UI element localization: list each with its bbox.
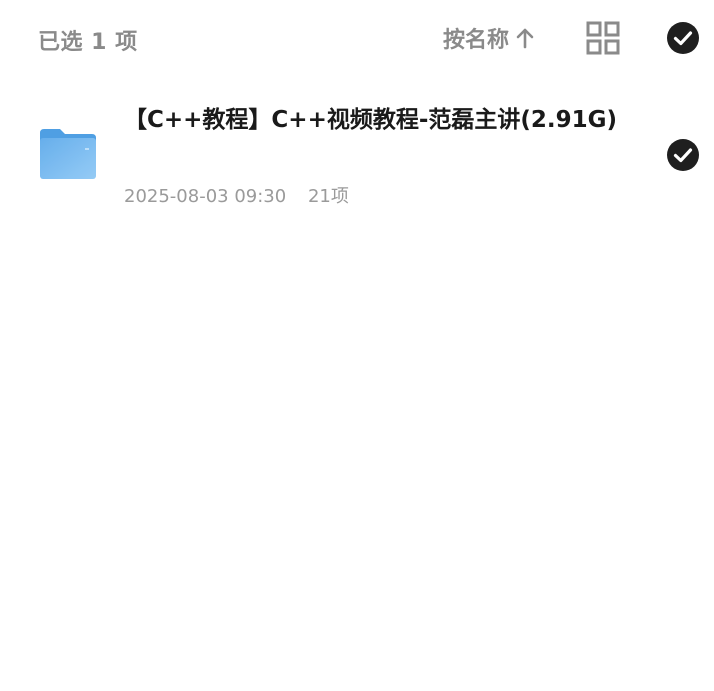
file-list-item[interactable]: 【C++教程】C++视频教程-范磊主讲(2.91G) 2025-08-03 09… <box>0 96 714 216</box>
file-date: 2025-08-03 09:30 <box>124 186 287 207</box>
file-meta: 2025-08-03 09:30 21项 <box>124 182 349 208</box>
sort-by-name-button[interactable]: 按名称 <box>443 23 535 53</box>
arrow-up-icon <box>516 28 534 49</box>
grid-view-icon[interactable] <box>586 21 620 55</box>
selected-count-label: 已选 1 项 <box>38 30 138 55</box>
check-circle-icon[interactable] <box>666 138 700 172</box>
select-all-check-icon[interactable] <box>666 21 700 55</box>
file-selection-page: 已选 1 项 按名称 【C++教程】C++视频教程-范磊主讲(2.91G) 20… <box>0 0 714 691</box>
selection-header: 已选 1 项 按名称 <box>0 0 714 78</box>
folder-icon <box>40 129 96 179</box>
file-item-count: 21项 <box>307 186 349 207</box>
sort-label: 按名称 <box>443 28 510 53</box>
file-name: 【C++教程】C++视频教程-范磊主讲(2.91G) <box>124 107 618 133</box>
